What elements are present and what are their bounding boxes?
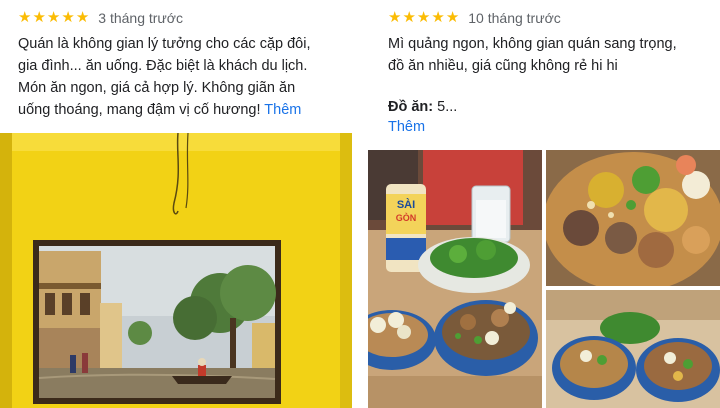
- review-line: Mì quảng ngon, không gian quán sang trọn…: [388, 36, 677, 52]
- more-link[interactable]: Thêm: [388, 116, 425, 138]
- star-rating: ★ ★ ★ ★ ★: [388, 9, 459, 27]
- star-icon: ★: [61, 9, 75, 26]
- star-icon: ★: [18, 9, 32, 26]
- star-icon: ★: [416, 9, 431, 26]
- review-line: uống thoáng, mang đậm vị cố hương! Thêm: [18, 99, 310, 121]
- review-photo-two-bowls[interactable]: [546, 290, 720, 408]
- food-label: Đồ ăn:: [388, 99, 434, 115]
- review-rating-row: ★ ★ ★ ★ ★ 10 tháng trước: [388, 9, 561, 27]
- review-time: 3 tháng trước: [98, 10, 183, 26]
- review-text: Mì quảng ngon, không gian quán sang trọn…: [388, 33, 677, 77]
- review-text: Quán là không gian lý tưởng cho các cặp …: [18, 33, 310, 121]
- food-rating-line: Đồ ăn: 5...: [388, 96, 457, 118]
- review-photo-bowl-closeup[interactable]: [546, 150, 720, 286]
- star-icon: ★: [431, 9, 445, 26]
- review-time: 10 tháng trước: [468, 10, 561, 26]
- review-photo-wall[interactable]: [0, 133, 352, 408]
- star-icon: ★: [388, 9, 402, 26]
- review-rating-row: ★ ★ ★ ★ ★ 3 tháng trước: [18, 9, 183, 27]
- review-line: Quán là không gian lý tưởng cho các cặp …: [18, 36, 311, 52]
- star-icon: ★: [46, 9, 61, 26]
- food-value: 5...: [437, 99, 458, 115]
- star-rating: ★ ★ ★ ★ ★: [18, 9, 89, 27]
- star-icon: ★: [445, 9, 460, 26]
- star-icon: ★: [75, 9, 90, 26]
- can-label-bottom: GÒN: [396, 212, 417, 223]
- review-line: Món ăn ngon, giá cả hợp lý. Không giãn ă…: [18, 80, 296, 96]
- star-icon: ★: [402, 9, 416, 26]
- review-photo-table[interactable]: SÀI GÒN: [368, 150, 542, 408]
- more-link[interactable]: Thêm: [264, 102, 301, 118]
- review-line-text: uống thoáng, mang đậm vị cố hương!: [18, 102, 261, 118]
- can-label-top: SÀI: [397, 198, 415, 211]
- review-line: đồ ăn nhiều, giá cũng không rẻ hi hi: [388, 58, 618, 74]
- review-line: gia đình... ăn uống. Đặc biệt là khách d…: [18, 58, 308, 74]
- star-icon: ★: [32, 9, 46, 26]
